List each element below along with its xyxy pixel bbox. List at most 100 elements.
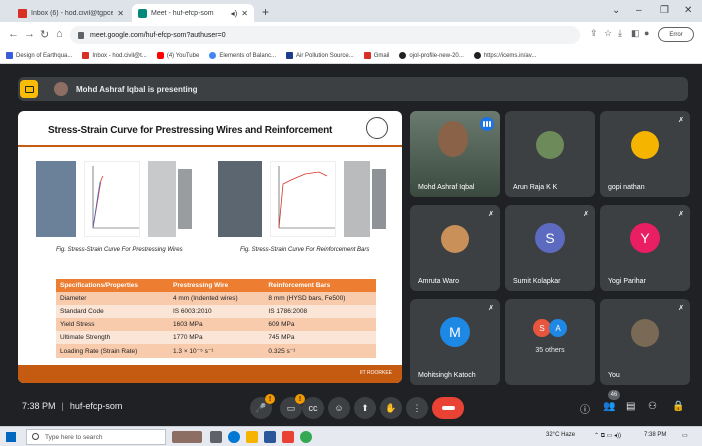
- speaking-indicator-icon: [480, 117, 494, 131]
- participant-tile[interactable]: ✗ M Mohitsingh Katoch: [410, 299, 500, 385]
- table-cell: Yield Stress: [56, 318, 169, 331]
- weather-text: 32°C Haze: [546, 432, 576, 438]
- footer-text: IIT ROORKEE: [359, 370, 392, 376]
- close-tab-icon[interactable]: ✕: [117, 9, 124, 18]
- captions-button[interactable]: cc: [302, 397, 324, 419]
- audio-icon[interactable]: ◂): [231, 9, 238, 18]
- table-cell: 1.3 × 10⁻⁵ s⁻¹: [168, 344, 265, 358]
- chart-svg: [92, 166, 139, 229]
- bookmark-label: (4) YouTube: [166, 52, 200, 59]
- profile-icon[interactable]: ●: [644, 28, 649, 38]
- search-icon: [32, 433, 39, 440]
- chrome-icon[interactable]: [300, 431, 312, 443]
- mic-button[interactable]: 🎤!: [250, 394, 275, 419]
- tab-title: Meet - huf-efcp-som: [151, 9, 214, 17]
- tab-gmail[interactable]: Inbox (6) - hod.civil@tgpcet.com ✕: [12, 4, 130, 22]
- taskbar-thumbnail[interactable]: [172, 431, 202, 443]
- home-icon[interactable]: ⌂: [56, 28, 63, 40]
- bookmark-label: ojol-profile-new-20...: [409, 52, 464, 59]
- present-screen-icon[interactable]: [20, 80, 38, 98]
- bookmark-label: Elements of Balanc...: [219, 52, 277, 59]
- new-tab-button[interactable]: +: [262, 5, 269, 19]
- download-icon[interactable]: ⤓: [618, 28, 622, 39]
- wire-specimen-photo: [178, 169, 192, 229]
- table-row: Standard Code IS 6003:2010 IS 1786:2008: [56, 305, 376, 318]
- slide-title: Stress-Strain Curve for Prestressing Wir…: [48, 125, 333, 136]
- forward-icon[interactable]: →: [24, 28, 35, 40]
- tray-icons[interactable]: ⌃ ⧉ ▭ ◂)): [594, 432, 621, 440]
- reload-icon[interactable]: ↻: [40, 28, 49, 41]
- participant-tile[interactable]: ✗ Amruta Waro: [410, 205, 500, 291]
- table-cell: Standard Code: [56, 305, 169, 318]
- leave-call-button[interactable]: [432, 397, 464, 419]
- bookmark-item[interactable]: Air Pollution Source...: [286, 52, 354, 59]
- back-icon[interactable]: ←: [8, 28, 19, 40]
- table-cell: 1603 MPa: [168, 318, 265, 331]
- presenting-banner: Mohd Ashraf Iqbal is presenting: [18, 77, 688, 101]
- error-button[interactable]: Error: [658, 27, 694, 42]
- maximize-button[interactable]: ❐: [660, 5, 669, 16]
- bookmark-item[interactable]: Gmail: [363, 52, 389, 59]
- notifications-icon[interactable]: ▭: [682, 432, 688, 439]
- participant-avatar: [631, 131, 659, 160]
- others-tile[interactable]: S A 35 others: [505, 299, 595, 385]
- table-header-row: Specifications/Properties Prestressing W…: [56, 279, 376, 292]
- close-tab-icon[interactable]: ✕: [241, 9, 248, 18]
- participant-tile[interactable]: Mohd Ashraf Iqbal: [410, 111, 500, 197]
- shared-screen[interactable]: Stress-Strain Curve for Prestressing Wir…: [18, 111, 402, 383]
- iit-logo-icon: [366, 117, 388, 139]
- weather-widget[interactable]: 32°C Haze: [546, 432, 575, 438]
- tab-search-icon[interactable]: ⌄: [612, 5, 620, 16]
- more-options-button[interactable]: ⋮: [406, 397, 428, 419]
- task-view-icon[interactable]: [210, 431, 222, 443]
- address-bar-row: ← → ↻ ⌂ meet.google.com/huf-efcp-som?aut…: [0, 22, 702, 48]
- share-icon[interactable]: ⇪: [590, 28, 598, 39]
- camera-button[interactable]: ▭!: [280, 394, 305, 419]
- minimize-button[interactable]: –: [636, 5, 642, 16]
- bookmarks-bar: Design of Earthqua... Inbox - hod.civil@…: [0, 48, 702, 64]
- emoji-button[interactable]: ☺: [328, 397, 350, 419]
- word-icon[interactable]: [264, 431, 276, 443]
- app-icon[interactable]: [282, 431, 294, 443]
- self-tile[interactable]: ✗ You: [600, 299, 690, 385]
- participant-avatar: [441, 225, 469, 254]
- bookmark-item[interactable]: Design of Earthqua...: [6, 52, 72, 59]
- raise-hand-button[interactable]: ✋: [380, 397, 402, 419]
- meet-call-area: Mohd Ashraf Iqbal is presenting Stress-S…: [0, 65, 702, 426]
- bookmark-item[interactable]: (4) YouTube: [156, 52, 200, 59]
- slide-footer: IIT ROORKEE: [18, 365, 402, 383]
- taskbar-search[interactable]: Type here to search: [26, 429, 166, 445]
- file-explorer-icon[interactable]: [246, 431, 258, 443]
- participant-avatar: M: [440, 316, 470, 347]
- edge-icon[interactable]: [228, 431, 240, 443]
- participant-tile[interactable]: ✗ S Sumit Kolapkar: [505, 205, 595, 291]
- bookmark-item[interactable]: https://icems.in/av...: [473, 52, 536, 59]
- google-icon: [209, 52, 217, 59]
- presenting-text: Mohd Ashraf Iqbal is presenting: [76, 84, 198, 94]
- people-icon[interactable]: 👥: [603, 401, 615, 412]
- extensions-icon[interactable]: ◧: [631, 28, 640, 39]
- mic-off-icon: ✗: [678, 117, 684, 124]
- chat-icon[interactable]: ▤: [626, 401, 635, 412]
- bookmark-item[interactable]: Inbox - hod.civil@t...: [82, 52, 147, 59]
- url-field[interactable]: meet.google.com/huf-efcp-som?authuser=0: [70, 26, 580, 44]
- present-button[interactable]: ⬆: [354, 397, 376, 419]
- host-controls-icon[interactable]: 🔒: [672, 401, 684, 412]
- bookmark-item[interactable]: Elements of Balanc...: [209, 52, 276, 59]
- participant-avatar: A: [549, 319, 567, 337]
- github-icon: [399, 52, 407, 59]
- activities-icon[interactable]: ⚇: [648, 401, 657, 412]
- separator: |: [61, 401, 64, 411]
- taskbar-clock[interactable]: 7:38 PM: [644, 432, 666, 438]
- participant-tile[interactable]: ✗ Y Yogi Parihar: [600, 205, 690, 291]
- participant-name: Arun Raja K K: [513, 184, 558, 191]
- participant-tile[interactable]: ✗ gopi nathan: [600, 111, 690, 197]
- close-window-button[interactable]: ✕: [684, 5, 692, 16]
- bookmark-star-icon[interactable]: ☆: [604, 28, 612, 39]
- bookmark-item[interactable]: ojol-profile-new-20...: [399, 52, 464, 59]
- windows-start-icon[interactable]: [6, 432, 16, 442]
- specimen-photo: [36, 161, 76, 237]
- tab-meet[interactable]: Meet - huf-efcp-som ◂) ✕: [132, 4, 254, 22]
- meeting-info-icon[interactable]: ⓘ: [580, 401, 590, 416]
- participant-tile[interactable]: Arun Raja K K: [505, 111, 595, 197]
